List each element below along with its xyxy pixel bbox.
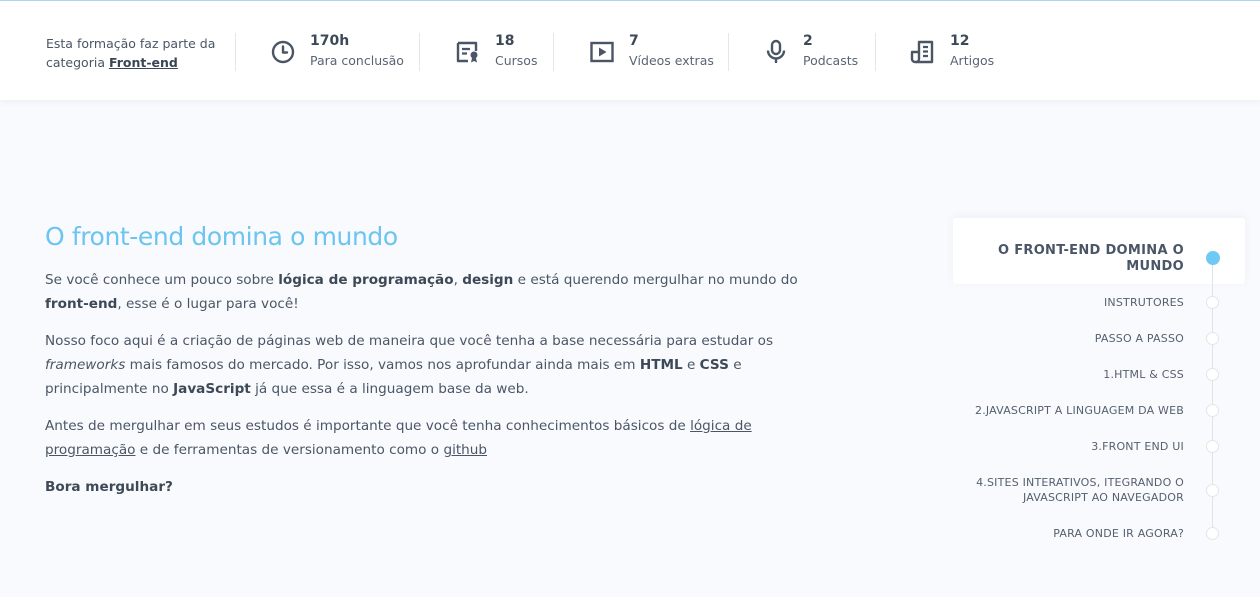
stat-articles-label: Artigos — [950, 53, 995, 68]
section-title: O front-end domina o mundo — [45, 222, 398, 251]
call-to-action-text: Bora mergulhar? — [45, 479, 173, 495]
index-dot-active — [1205, 251, 1220, 265]
stat-articles-value: 12 — [950, 33, 970, 49]
formation-stats-bar: Esta formação faz parte da categoria Fro… — [0, 1, 1260, 100]
index-dot — [1206, 368, 1219, 381]
index-dot — [1206, 296, 1219, 309]
stats-divider — [728, 33, 729, 71]
stat-podcasts-value: 2 — [803, 33, 813, 49]
stat-videos-label: Vídeos extras — [629, 53, 714, 68]
clock-icon — [270, 39, 296, 65]
prerequisites-paragraph: Antes de mergulhar em seus estudos é imp… — [45, 418, 752, 458]
stats-divider — [875, 33, 876, 71]
index-dot — [1206, 404, 1219, 417]
stats-divider — [553, 33, 554, 71]
index-dot — [1206, 484, 1219, 497]
index-item-instrutores[interactable]: INSTRUTORES — [1104, 295, 1184, 310]
category-info: Esta formação faz parte da categoria Fro… — [46, 34, 226, 72]
stat-videos-value: 7 — [629, 33, 639, 49]
intro-paragraph: Se você conhece um pouco sobre lógica de… — [45, 272, 798, 312]
index-dot — [1206, 527, 1219, 540]
stat-courses-value: 18 — [495, 33, 515, 49]
index-item-front-end-domina[interactable]: O FRONT-END DOMINA O MUNDO — [998, 243, 1184, 275]
focus-paragraph: Nosso foco aqui é a criação de páginas w… — [45, 333, 774, 397]
stat-podcasts-label: Podcasts — [803, 53, 859, 68]
index-item-html-css[interactable]: 1.HTML & CSS — [1103, 367, 1184, 382]
stats-divider — [419, 33, 420, 71]
index-item-para-onde-ir[interactable]: PARA ONDE IR AGORA? — [1053, 526, 1184, 541]
index-dot — [1206, 332, 1219, 345]
video-play-icon — [589, 39, 615, 65]
stat-hours-value: 170h — [310, 33, 350, 49]
index-item-front-end-ui[interactable]: 3.FRONT END UI — [1091, 439, 1184, 454]
stats-divider — [235, 33, 236, 71]
index-item-passo-a-passo[interactable]: PASSO A PASSO — [1095, 331, 1184, 346]
category-link-front-end[interactable]: Front-end — [109, 55, 178, 70]
article-icon — [910, 39, 936, 65]
github-link[interactable]: github — [443, 442, 487, 458]
course-certificate-icon — [455, 39, 481, 65]
index-item-javascript[interactable]: 2.JAVASCRIPT A LINGUAGEM DA WEB — [975, 403, 1184, 418]
index-dot — [1206, 440, 1219, 453]
microphone-icon — [763, 39, 789, 65]
index-item-sites-interativos[interactable]: 4.SITES INTERATIVOS, ITEGRANDO O JAVASCR… — [976, 475, 1184, 505]
stat-hours-label: Para conclusão — [310, 53, 404, 68]
stat-courses-label: Cursos — [495, 53, 538, 68]
